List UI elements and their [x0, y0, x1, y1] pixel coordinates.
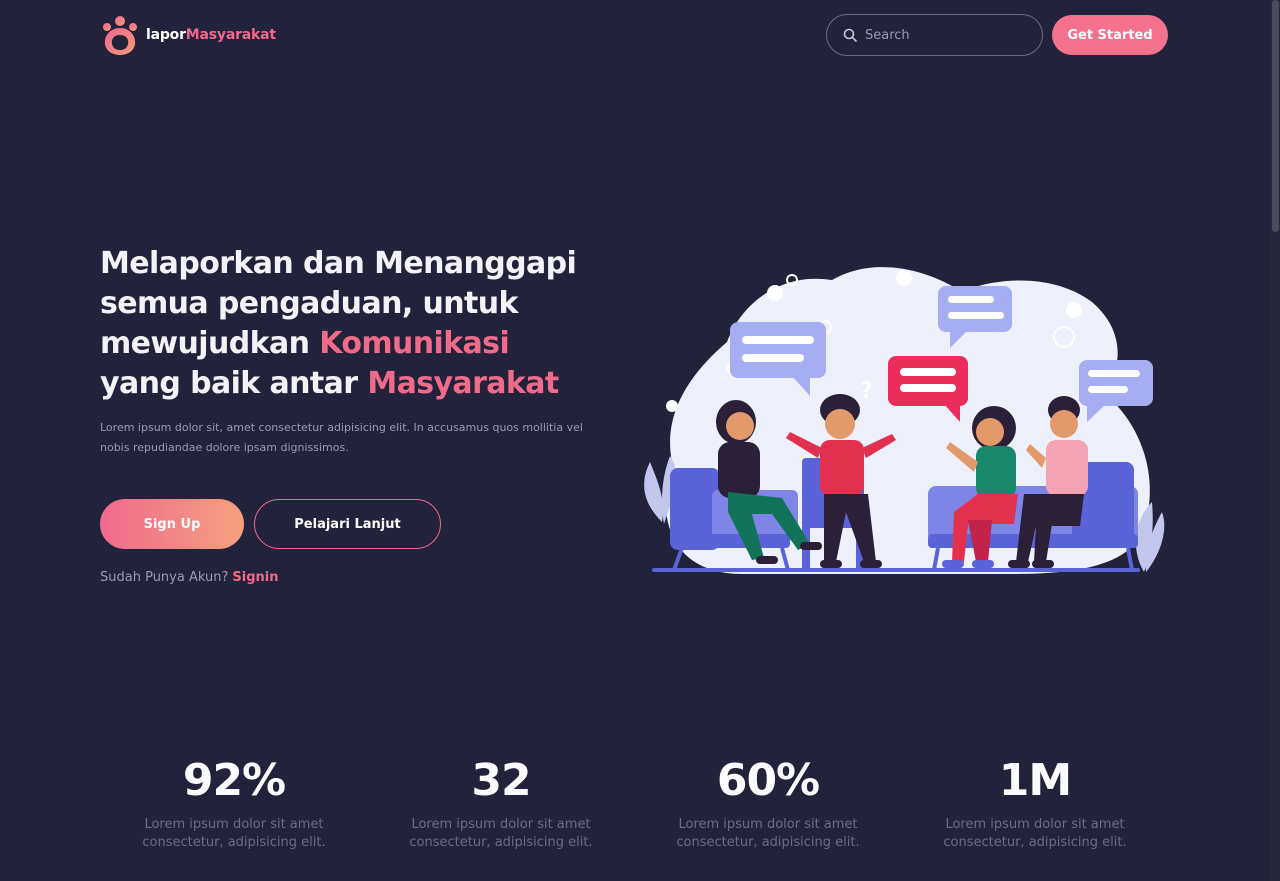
hero-title-line2: semua pengaduan, untuk [100, 286, 518, 321]
stat-item: 60% Lorem ipsum dolor sit amet consectet… [653, 754, 883, 852]
stat-description: Lorem ipsum dolor sit amet consectetur, … [943, 817, 1127, 850]
stat-value: 32 [471, 755, 531, 806]
stat-value: 1M [998, 755, 1072, 806]
brand-name-part2: Masyarakat [185, 27, 276, 43]
question-mark: ? [860, 379, 873, 404]
account-prompt: Sudah Punya Akun? Signin [100, 570, 278, 585]
page-scrollbar[interactable] [1270, 0, 1280, 881]
stat-description: Lorem ipsum dolor sit amet consectetur, … [676, 817, 860, 850]
search-box[interactable] [826, 14, 1043, 56]
signin-link[interactable]: Signin [232, 570, 278, 585]
hero-description: Lorem ipsum dolor sit, amet consectetur … [100, 421, 583, 454]
stat-item: 92% Lorem ipsum dolor sit amet consectet… [119, 754, 349, 852]
decor-circle [1066, 302, 1082, 318]
hero-title-line3: mewujudkan [100, 326, 320, 361]
brand-name: laporMasyarakat [146, 27, 276, 43]
learn-more-button[interactable]: Pelajari Lanjut [254, 499, 441, 549]
hero-title-line4: yang baik antar [100, 366, 368, 401]
stat-item: 32 Lorem ipsum dolor sit amet consectetu… [386, 754, 616, 852]
top-navbar: laporMasyarakat Get Started [0, 0, 1270, 72]
account-prompt-text: Sudah Punya Akun? [100, 570, 229, 585]
get-started-button[interactable]: Get Started [1052, 15, 1168, 55]
search-icon [843, 28, 857, 42]
hero-highlight-komunikasi: Komunikasi [319, 326, 510, 361]
hero-highlight-masyarakat: Masyarakat [367, 366, 559, 401]
brand-name-part1: lapor [146, 27, 186, 43]
stat-value: 60% [716, 755, 820, 806]
brand-logo[interactable]: laporMasyarakat [100, 14, 276, 56]
scrollbar-thumb[interactable] [1272, 0, 1279, 232]
hero-title: Melaporkan dan Menanggapi semua pengadua… [100, 244, 640, 404]
stat-value: 92% [182, 755, 286, 806]
stat-description: Lorem ipsum dolor sit amet consectetur, … [409, 817, 593, 850]
stat-item: 1M Lorem ipsum dolor sit amet consectetu… [920, 754, 1150, 852]
decor-circle [767, 285, 783, 301]
people-discussion-illustration: ? [644, 267, 1165, 574]
stat-description: Lorem ipsum dolor sit amet consectetur, … [142, 817, 326, 850]
sign-up-button[interactable]: Sign Up [100, 499, 244, 549]
hero-title-line1: Melaporkan dan Menanggapi [100, 246, 577, 281]
decor-circle [666, 400, 678, 412]
search-input[interactable] [865, 27, 1025, 43]
people-group-logo-icon [103, 16, 137, 55]
floor-line [652, 568, 1140, 572]
decor-circle [896, 270, 912, 286]
